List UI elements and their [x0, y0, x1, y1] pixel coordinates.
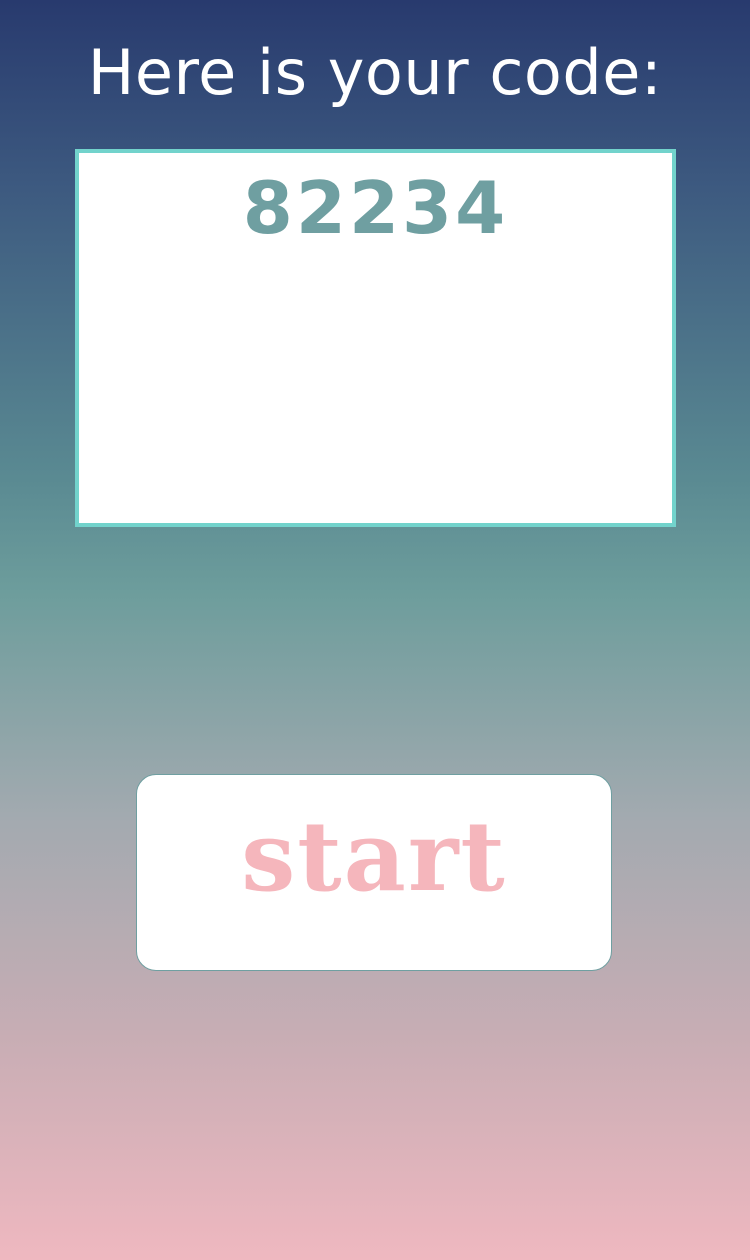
page-title: Here is your code: [87, 36, 663, 109]
start-button-label: start [241, 800, 507, 913]
start-button[interactable]: start [136, 774, 612, 971]
code-display-box: 82234 [75, 149, 676, 527]
code-value: 82234 [242, 166, 509, 250]
